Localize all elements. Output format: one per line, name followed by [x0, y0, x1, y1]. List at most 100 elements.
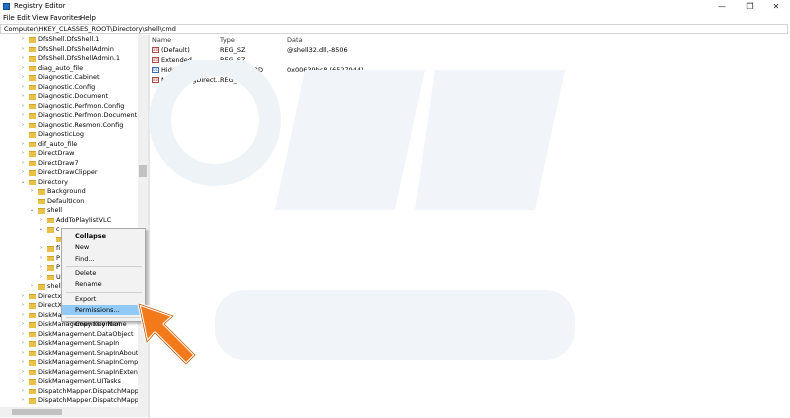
menu-item-find[interactable]: Find...: [62, 254, 145, 264]
tree-item[interactable]: › Diagnostic.Resmon.Config: [0, 121, 140, 131]
collapsed-chevron-icon[interactable]: ›: [20, 396, 26, 406]
value-row[interactable]: 01 HideBasedOnVel... REG_DWORD 0x00639bc8 (…: [150, 65, 550, 75]
tree-horizontal-scrollbar[interactable]: [0, 407, 148, 417]
tree-item[interactable]: › DispatchMapper.DispatchMappe: [0, 396, 143, 406]
tree-item[interactable]: › DfsShell.DfsShellAdmin.1: [0, 54, 140, 64]
collapsed-chevron-icon[interactable]: ›: [20, 121, 26, 131]
tree-item[interactable]: DefaultIcon: [0, 197, 140, 207]
collapsed-chevron-icon[interactable]: ›: [20, 377, 26, 387]
menu-item-collapse[interactable]: Collapse: [62, 231, 145, 241]
folder-icon: [38, 198, 45, 204]
tree-item[interactable]: › Diagnostic.Perfmon.Document: [0, 111, 140, 121]
column-name[interactable]: Name: [152, 36, 171, 44]
collapsed-chevron-icon[interactable]: ›: [20, 45, 26, 55]
collapsed-chevron-icon[interactable]: ›: [20, 102, 26, 112]
collapsed-chevron-icon[interactable]: ›: [20, 320, 26, 330]
collapsed-chevron-icon[interactable]: ›: [20, 140, 26, 150]
collapsed-chevron-icon[interactable]: ›: [20, 349, 26, 359]
collapsed-chevron-icon[interactable]: ›: [20, 111, 26, 121]
tree-item[interactable]: › DirectDrawClipper: [0, 168, 140, 178]
collapsed-chevron-icon[interactable]: ›: [20, 368, 26, 378]
values-list[interactable]: Name Type Data ab (Default) REG_SZ @shell32…: [150, 35, 790, 418]
tree-item[interactable]: › Diagnostic.Perfmon.Config: [0, 102, 140, 112]
collapsed-chevron-icon[interactable]: ›: [20, 311, 26, 321]
tree-item[interactable]: › DiskManagement.UITasks: [0, 377, 140, 387]
menu-favorites[interactable]: Favorites: [50, 14, 82, 22]
collapsed-chevron-icon[interactable]: ›: [38, 216, 44, 226]
collapsed-chevron-icon[interactable]: ›: [38, 273, 44, 283]
collapsed-chevron-icon[interactable]: ›: [20, 330, 26, 340]
collapsed-chevron-icon[interactable]: ›: [38, 263, 44, 273]
expanded-chevron-icon[interactable]: ⌄: [20, 178, 26, 188]
menu-edit[interactable]: Edit: [17, 14, 31, 22]
folder-icon: [47, 217, 54, 223]
column-type[interactable]: Type: [220, 36, 235, 44]
tree-item[interactable]: › DirectDraw7: [0, 159, 140, 169]
tree-item[interactable]: › dif_auto_file: [0, 140, 140, 150]
window-title: Registry Editor: [14, 2, 66, 10]
menu-item-new[interactable]: New ›: [62, 242, 145, 252]
tree-item-label: diag_auto_file: [38, 63, 84, 72]
collapsed-chevron-icon[interactable]: ›: [20, 358, 26, 368]
collapsed-chevron-icon[interactable]: ›: [20, 339, 26, 349]
collapsed-chevron-icon[interactable]: ›: [38, 244, 44, 254]
tree-hscroll-thumb[interactable]: [12, 409, 62, 415]
collapsed-chevron-icon[interactable]: ›: [38, 254, 44, 264]
collapsed-chevron-icon[interactable]: ›: [20, 387, 26, 397]
tree-item-label: Directx: [38, 291, 62, 300]
maximize-button[interactable]: ❐: [738, 0, 762, 13]
tree-item[interactable]: ⌄ shell: [0, 206, 140, 216]
tree-item[interactable]: DiagnosticLog: [0, 130, 140, 140]
tree-item[interactable]: › Diagnostic.Document: [0, 92, 140, 102]
tree-item[interactable]: › DfsShell.DfsShell.1: [0, 35, 140, 45]
collapsed-chevron-icon[interactable]: ›: [20, 159, 26, 169]
string-value-icon: ab: [152, 77, 159, 83]
collapsed-chevron-icon[interactable]: ›: [29, 187, 35, 197]
minimize-button[interactable]: —: [710, 0, 734, 13]
menu-help[interactable]: Help: [80, 14, 96, 22]
tree-scroll-thumb[interactable]: [139, 165, 147, 177]
menu-item-label: Rename: [75, 280, 102, 289]
menu-file[interactable]: File: [3, 14, 15, 22]
tree-item-label: Diagnostic.Cabinet: [38, 73, 100, 81]
collapsed-chevron-icon[interactable]: ›: [20, 64, 26, 74]
key-tree[interactable]: › DfsShell.DfsShell.1 › DfsShell.DfsShellAd…: [0, 35, 148, 407]
collapsed-chevron-icon[interactable]: ›: [20, 35, 26, 45]
close-button[interactable]: ✕: [764, 0, 788, 13]
tree-item[interactable]: › DiskManagement.SnapIn: [0, 339, 140, 349]
tree-item[interactable]: › DirectDraw: [0, 149, 140, 159]
collapsed-chevron-icon[interactable]: ›: [20, 292, 26, 302]
collapsed-chevron-icon[interactable]: ›: [20, 149, 26, 159]
tree-item[interactable]: › Diagnostic.Cabinet: [0, 73, 140, 83]
menu-item-delete[interactable]: Delete: [62, 268, 145, 278]
tree-item[interactable]: › DiskManagement.SnapInExtensic: [0, 368, 147, 378]
collapsed-chevron-icon[interactable]: ›: [29, 282, 35, 292]
value-row[interactable]: ab NoWorkingDirect... REG_SZ: [150, 75, 550, 85]
tree-item[interactable]: › DispatchMapper.DispatchMappe: [0, 387, 143, 397]
collapsed-chevron-icon[interactable]: ›: [20, 301, 26, 311]
address-bar[interactable]: Computer\HKEY_CLASSES_ROOT\Directory\she…: [0, 24, 788, 34]
menu-view[interactable]: View: [32, 14, 49, 22]
address-path: Computer\HKEY_CLASSES_ROOT\Directory\she…: [4, 25, 176, 33]
expanded-chevron-icon[interactable]: ⌄: [38, 225, 44, 235]
column-data[interactable]: Data: [287, 36, 303, 44]
tree-item[interactable]: › DiskManagement.SnapInAbout: [0, 349, 140, 359]
tree-item[interactable]: › Background: [0, 187, 140, 197]
tree-item[interactable]: › diag_auto_file: [0, 64, 140, 74]
tree-item[interactable]: › DiskManagement.SnapInCompor: [0, 358, 145, 368]
tree-item[interactable]: › AddToPlaylistVLC: [0, 216, 140, 226]
value-row[interactable]: ab (Default) REG_SZ @shell32.dll,-8506: [150, 45, 550, 55]
tree-item[interactable]: › DfsShell.DfsShellAdmin: [0, 45, 140, 55]
collapsed-chevron-icon[interactable]: ›: [20, 54, 26, 64]
collapsed-chevron-icon[interactable]: ›: [20, 168, 26, 178]
collapsed-chevron-icon[interactable]: ›: [20, 83, 26, 93]
collapsed-chevron-icon[interactable]: ›: [20, 73, 26, 83]
expanded-chevron-icon[interactable]: ⌄: [29, 206, 35, 216]
tree-item[interactable]: › Diagnostic.Config: [0, 83, 140, 93]
tree-item[interactable]: ⌄ Directory: [0, 178, 140, 188]
value-row[interactable]: ab Extended REG_SZ: [150, 55, 550, 65]
tree-item-label: fi: [56, 244, 61, 252]
tree-item[interactable]: › DiskManagement.DataObject: [0, 330, 140, 340]
menu-item-rename[interactable]: Rename: [62, 279, 145, 289]
collapsed-chevron-icon[interactable]: ›: [20, 92, 26, 102]
